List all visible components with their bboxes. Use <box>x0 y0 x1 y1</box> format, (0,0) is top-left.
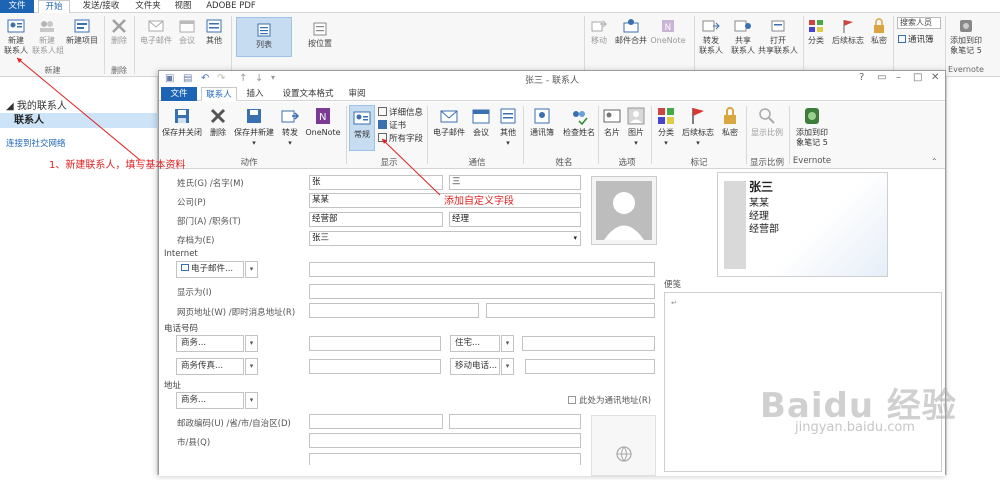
annotation-arrow-all-fields <box>381 138 441 196</box>
annotation-arrow-new-contact <box>16 57 141 161</box>
annotation-custom-field: 添加自定义字段 <box>444 196 514 207</box>
baidu-watermark-url: jingyan.baidu.com <box>795 420 915 435</box>
arrowhead-icon <box>17 58 22 63</box>
annotation-step1: 1、新建联系人，填写基本资料 <box>49 160 186 171</box>
